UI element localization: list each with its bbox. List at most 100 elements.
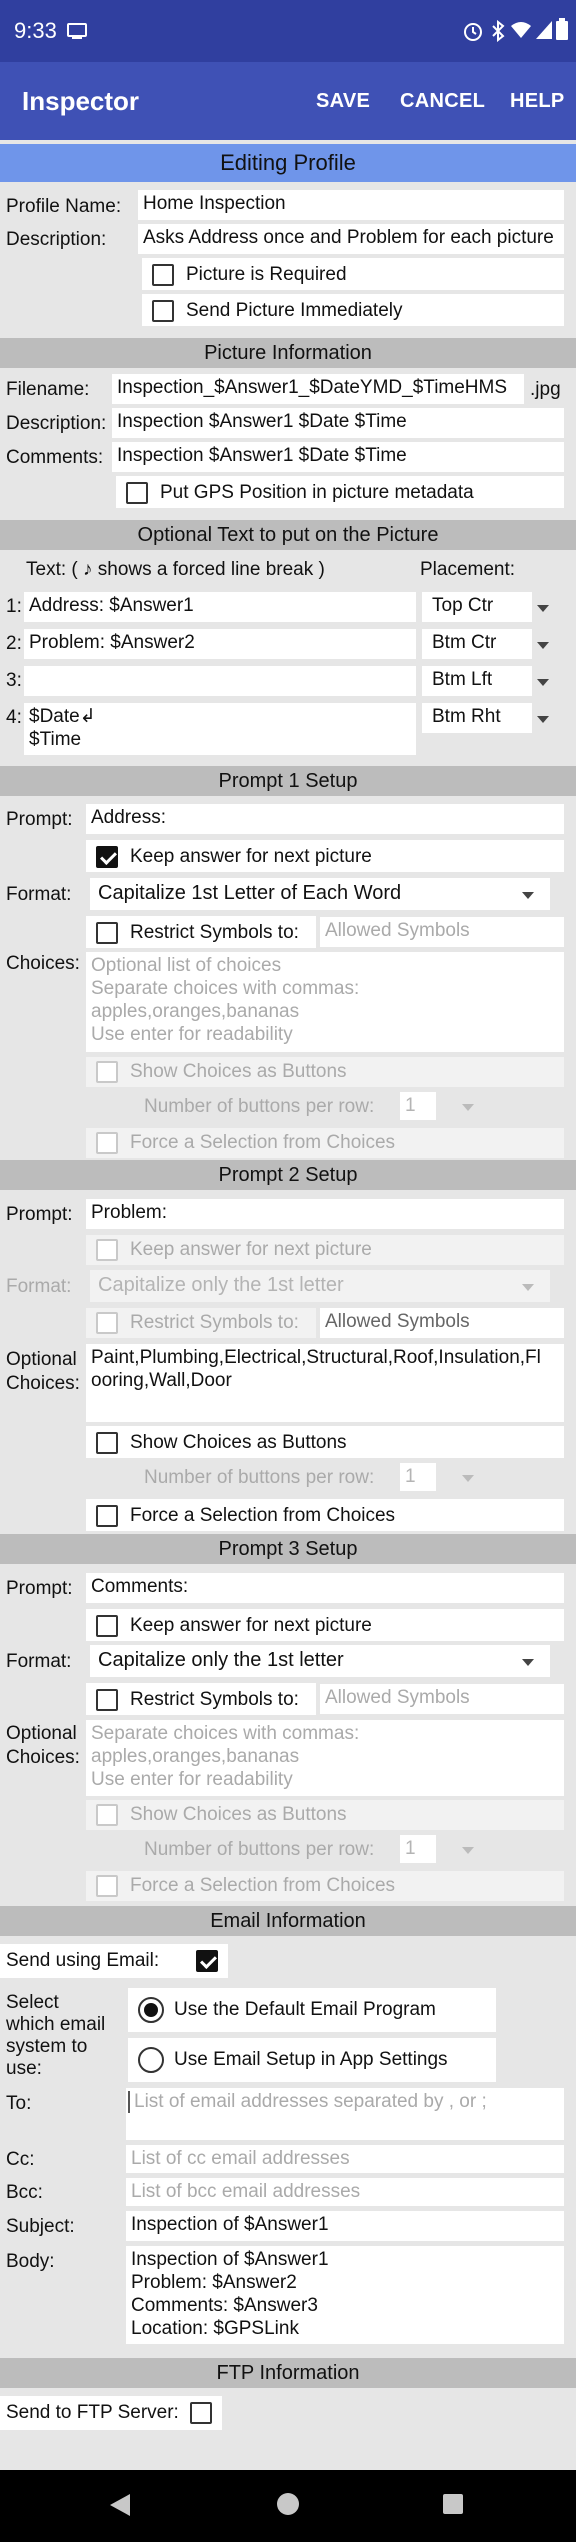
prompt-1-field[interactable]: Address: (86, 804, 564, 834)
filename-extension: .jpg (530, 379, 561, 400)
choices-label-line: Choices: (6, 1373, 80, 1394)
subject-field[interactable]: Inspection of $Answer1 (126, 2211, 564, 2241)
recents-icon[interactable] (442, 2493, 464, 2515)
home-icon[interactable] (276, 2492, 300, 2516)
chevron-down-icon[interactable] (537, 605, 549, 612)
prompt-2-force-checkbox[interactable] (96, 1505, 118, 1527)
prompt-1-format-label: Format: (6, 884, 72, 905)
prompt-1-force-checkbox (96, 1132, 118, 1154)
prompt-1-format-select[interactable]: Capitalize 1st Letter of Each Word (90, 878, 550, 910)
text-row-4-field[interactable]: $Date↲ $Time (24, 703, 416, 755)
profile-name-label: Profile Name: (6, 196, 122, 217)
chevron-down-icon[interactable] (537, 642, 549, 649)
profile-name-field[interactable]: Home Inspection (138, 190, 564, 220)
default-email-radio[interactable] (138, 1997, 164, 2023)
choices-placeholder-line: Optional list of choices (91, 955, 282, 976)
description-label: Description: (6, 229, 107, 250)
cc-field[interactable]: List of cc email addresses (126, 2145, 564, 2173)
status-time: 9:33 (14, 18, 57, 43)
app-email-radio[interactable] (138, 2047, 164, 2073)
gps-checkbox[interactable] (126, 482, 148, 504)
placement-4-select[interactable]: Btm Rht (422, 703, 532, 733)
email-system-label-line: system to (6, 2036, 88, 2057)
picture-description-label: Description: (6, 413, 107, 434)
choices-placeholder-line: apples,oranges,bananas (91, 1746, 300, 1767)
navigation-bar (0, 2470, 576, 2542)
chevron-down-icon[interactable] (522, 892, 534, 899)
bcc-field[interactable]: List of bcc email addresses (126, 2178, 564, 2206)
filename-field[interactable]: Inspection_$Answer1_$DateYMD_$TimeHMS (112, 374, 524, 404)
prompt-1-force-label: Force a Selection from Choices (130, 1132, 396, 1153)
to-field[interactable]: List of email addresses separated by , o… (126, 2088, 564, 2140)
placement-column-label: Placement: (420, 559, 516, 580)
to-label: To: (6, 2093, 32, 2114)
prompt-2-choices-label: Optional Choices: (6, 1348, 80, 1396)
placement-1-select[interactable]: Top Ctr (422, 592, 532, 622)
prompt-1-allowed-symbols-field[interactable]: Allowed Symbols (320, 917, 564, 947)
prompt-3-restrict-label: Restrict Symbols to: (130, 1689, 299, 1710)
choices-placeholder-line: Separate choices with commas: (91, 1723, 360, 1744)
prompt-2-restrict-label: Restrict Symbols to: (130, 1312, 299, 1333)
prompt-3-keep-checkbox[interactable] (96, 1615, 118, 1637)
picture-description-field[interactable]: Inspection $Answer1 $Date $Time (112, 408, 564, 438)
text-row-2-field[interactable]: Problem: $Answer2 (24, 629, 416, 659)
wifi-icon (511, 22, 531, 38)
body-label: Body: (6, 2251, 55, 2272)
prompt-3-allowed-symbols-field[interactable]: Allowed Symbols (320, 1684, 564, 1714)
choices-placeholder-line: Use enter for readability (91, 1024, 293, 1045)
placement-3-select[interactable]: Btm Lft (422, 666, 532, 696)
prompt-3-choices-field[interactable]: Separate choices with commas: apples,ora… (86, 1720, 564, 1796)
email-system-label-line: Select (6, 1992, 59, 2013)
text-row-1-field[interactable]: Address: $Answer1 (24, 592, 416, 622)
chevron-down-icon[interactable] (522, 1659, 534, 1666)
prompt-3-format-label: Format: (6, 1651, 72, 1672)
profile-description-field[interactable]: Asks Address once and Problem for each p… (138, 224, 564, 254)
send-ftp-checkbox[interactable] (190, 2402, 212, 2424)
choices-label-line: Choices: (6, 1747, 80, 1768)
prompt-3-restrict-checkbox[interactable] (96, 1689, 118, 1711)
prompt-3-label: Prompt: (6, 1578, 73, 1599)
email-system-label: Select which email system to use: (6, 1992, 105, 2080)
choices-label-line: Optional (6, 1723, 77, 1744)
profile-editor[interactable]: Editing Profile Profile Name: Home Inspe… (0, 140, 576, 2470)
picture-required-checkbox[interactable] (152, 264, 174, 286)
chevron-down-icon (462, 1104, 474, 1111)
send-immediately-checkbox[interactable] (152, 300, 174, 322)
subject-label: Subject: (6, 2216, 75, 2237)
prompt-2-choices-field[interactable]: Paint,Plumbing,Electrical,Structural,Roo… (86, 1344, 564, 1422)
chevron-down-icon[interactable] (537, 679, 549, 686)
bcc-label: Bcc: (6, 2182, 43, 2203)
text-row-3-field[interactable] (24, 666, 416, 696)
prompt-2-show-buttons-checkbox[interactable] (96, 1432, 118, 1454)
choices-value-line: ooring,Wall,Door (91, 1370, 232, 1391)
default-email-label: Use the Default Email Program (174, 1999, 436, 2020)
send-email-checkbox[interactable] (196, 1950, 218, 1972)
prompt-2-show-buttons-label: Show Choices as Buttons (130, 1432, 347, 1453)
send-immediately-label: Send Picture Immediately (186, 300, 403, 321)
prompt-2-field[interactable]: Problem: (86, 1199, 564, 1229)
save-button[interactable]: SAVE (316, 90, 370, 113)
prompt-1-restrict-checkbox[interactable] (96, 922, 118, 944)
prompt-1-choices-field[interactable]: Optional list of choices Separate choice… (86, 952, 564, 1052)
cc-label: Cc: (6, 2149, 35, 2170)
choices-value-line: Paint,Plumbing,Electrical,Structural,Roo… (91, 1347, 541, 1368)
picture-comments-field[interactable]: Inspection $Answer1 $Date $Time (112, 442, 564, 472)
battery-icon (556, 18, 568, 40)
prompt-3-format-select[interactable]: Capitalize only the 1st letter (90, 1645, 550, 1677)
back-icon[interactable] (108, 2492, 132, 2518)
cast-icon (67, 23, 87, 39)
placement-2-select[interactable]: Btm Ctr (422, 629, 532, 659)
email-information-header: Email Information (0, 1906, 576, 1936)
prompt-2-buttons-per-row-label: Number of buttons per row: (144, 1467, 375, 1488)
email-system-label-line: use: (6, 2058, 42, 2079)
prompt-3-force-checkbox (96, 1875, 118, 1897)
prompt-1-keep-checkbox[interactable] (96, 846, 118, 868)
help-button[interactable]: HELP (510, 90, 565, 113)
cancel-button[interactable]: CANCEL (400, 90, 485, 113)
prompt-3-field[interactable]: Comments: (86, 1573, 564, 1603)
prompt-2-restrict-checkbox (96, 1312, 118, 1334)
prompt-2-allowed-symbols-field[interactable]: Allowed Symbols (320, 1308, 564, 1338)
chevron-down-icon[interactable] (537, 716, 549, 723)
body-field[interactable]: Inspection of $Answer1 Problem: $Answer2… (126, 2246, 564, 2344)
status-bar: 9:33 (0, 0, 576, 62)
